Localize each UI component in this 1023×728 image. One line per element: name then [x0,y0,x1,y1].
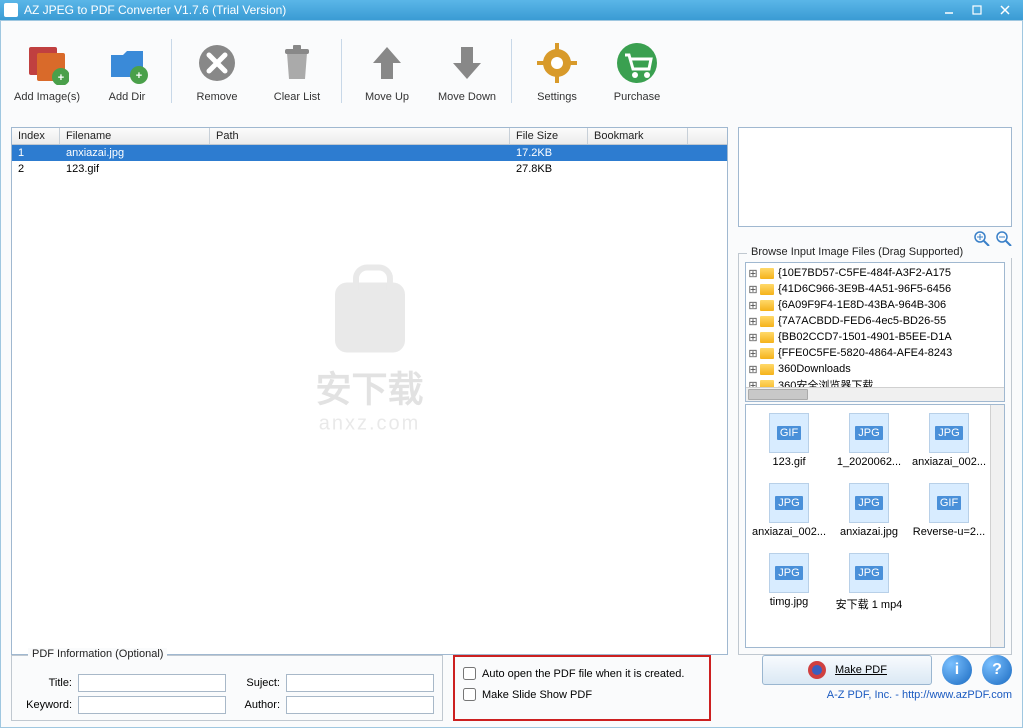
thumbs-vscroll[interactable] [990,405,1004,647]
folder-icon [760,348,774,359]
preview-pane [738,127,1012,227]
thumbnail-grid[interactable]: GIF123.gifJPG1_2020062...JPGanxiazai_002… [745,404,1005,648]
move-down-button[interactable]: Move Down [431,39,503,103]
purchase-icon [613,39,661,87]
tree-item[interactable]: ⊞{10E7BD57-C5FE-484f-A3F2-A175 [748,265,1004,281]
settings-icon [533,39,581,87]
col-bookmark[interactable]: Bookmark [588,128,688,144]
folder-icon [760,332,774,343]
col-path[interactable]: Path [210,128,510,144]
remove-button[interactable]: Remove [181,39,253,103]
thumbnail[interactable]: JPGanxiazai_002... [750,483,828,549]
folder-icon [760,364,774,375]
make-pdf-button[interactable]: Make PDF [762,655,932,685]
remove-icon [193,39,241,87]
add-dir-icon: + [103,39,151,87]
help-button[interactable]: ? [982,655,1012,685]
options-group: Auto open the PDF file when it is create… [453,655,711,721]
thumbnail[interactable]: JPG安下载 1 mp4 [830,553,908,619]
titlebar: AZ JPEG to PDF Converter V1.7.6 (Trial V… [0,0,1023,20]
move-up-button[interactable]: Move Up [351,39,423,103]
subject-label: Suject: [232,677,280,689]
pdf-info-group: PDF Information (Optional) Title: Suject… [11,655,443,721]
col-filesize[interactable]: File Size [510,128,588,144]
browse-group-title: Browse Input Image Files (Drag Supported… [747,246,1019,258]
move-up-icon [363,39,411,87]
folder-icon [760,268,774,279]
tree-item[interactable]: ⊞{6A09F9F4-1E8D-43BA-964B-306 [748,297,1004,313]
svg-text:+: + [136,70,142,82]
toolbar: + Add Image(s) + Add Dir Remove Clear Li… [1,21,1022,117]
footer-link[interactable]: A-Z PDF, Inc. - http://www.azPDF.com [827,689,1012,701]
watermark: 安下载 anxz.com [315,282,423,435]
make-pdf-icon [807,660,827,680]
thumbnail[interactable]: JPGanxiazai_002... [910,413,988,479]
col-index[interactable]: Index [12,128,60,144]
folder-icon [760,316,774,327]
svg-text:+: + [58,72,64,84]
info-button[interactable]: i [942,655,972,685]
table-row[interactable]: 2123.gif27.8KB [12,161,727,177]
title-label: Title: [20,677,72,689]
author-label: Author: [232,699,280,711]
zoom-out-button[interactable] [996,231,1012,247]
thumbnail[interactable]: GIFReverse-u=2... [910,483,988,549]
thumbnail[interactable]: JPGtimg.jpg [750,553,828,619]
tree-item[interactable]: ⊞{7A7ACBDD-FED6-4ec5-BD26-55 [748,313,1004,329]
app-icon [4,3,18,17]
folder-tree[interactable]: ⊞{10E7BD57-C5FE-484f-A3F2-A175⊞{41D6C966… [745,262,1005,402]
title-input[interactable] [78,674,226,692]
clear-list-icon [273,39,321,87]
tree-hscroll[interactable] [746,387,1004,401]
keyword-label: Keyword: [20,699,72,711]
tree-item[interactable]: ⊞{BB02CCD7-1501-4901-B5EE-D1A [748,329,1004,345]
folder-icon [760,284,774,295]
purchase-button[interactable]: Purchase [601,39,673,103]
add-images-icon: + [23,39,71,87]
window-title: AZ JPEG to PDF Converter V1.7.6 (Trial V… [24,3,935,17]
keyword-input[interactable] [78,696,226,714]
clear-list-button[interactable]: Clear List [261,39,333,103]
file-table: IndexFilenamePathFile SizeBookmark 1anxi… [11,127,728,655]
subject-input[interactable] [286,674,434,692]
add-dir-button[interactable]: + Add Dir [91,39,163,103]
tree-item[interactable]: ⊞{41D6C966-3E9B-4A51-96F5-6456 [748,281,1004,297]
slideshow-checkbox[interactable]: Make Slide Show PDF [463,688,701,701]
tree-item[interactable]: ⊞{FFE0C5FE-5820-4864-AFE4-8243 [748,345,1004,361]
maximize-button[interactable] [963,2,991,18]
table-body[interactable]: 1anxiazai.jpg17.2KB2123.gif27.8KB 安下载 an… [12,145,727,654]
close-button[interactable] [991,2,1019,18]
minimize-button[interactable] [935,2,963,18]
tree-item[interactable]: ⊞360Downloads [748,361,1004,377]
thumbnail[interactable]: JPG1_2020062... [830,413,908,479]
move-down-icon [443,39,491,87]
table-row[interactable]: 1anxiazai.jpg17.2KB [12,145,727,161]
folder-icon [760,300,774,311]
col-filename[interactable]: Filename [60,128,210,144]
settings-button[interactable]: Settings [521,39,593,103]
thumbnail[interactable]: JPGanxiazai.jpg [830,483,908,549]
auto-open-checkbox[interactable]: Auto open the PDF file when it is create… [463,667,701,680]
table-header: IndexFilenamePathFile SizeBookmark [12,128,727,145]
zoom-in-button[interactable] [974,231,990,247]
add-images-button[interactable]: + Add Image(s) [11,39,83,103]
author-input[interactable] [286,696,434,714]
thumbnail[interactable]: GIF123.gif [750,413,828,479]
